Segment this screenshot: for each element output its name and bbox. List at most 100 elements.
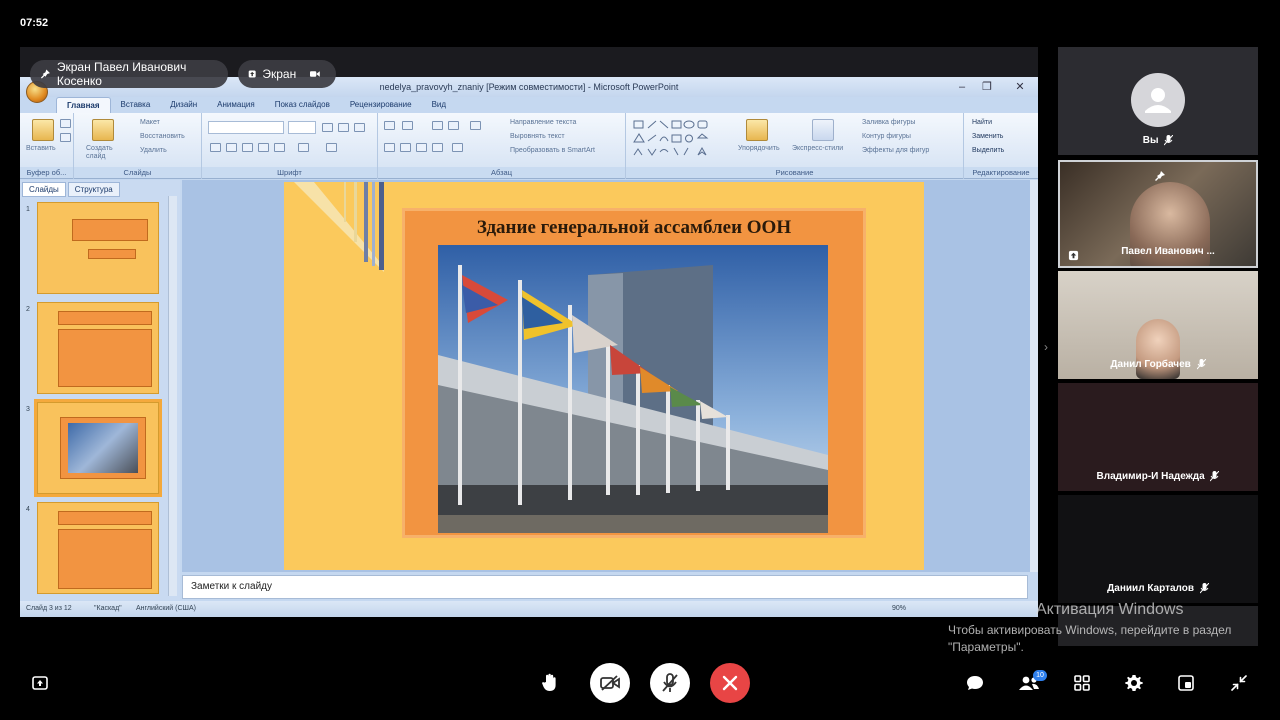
new-slide-label[interactable]: Создать слайд [86, 145, 126, 161]
reset-button[interactable]: Восстановить [140, 133, 185, 140]
tab-insert[interactable]: Вставка [111, 97, 161, 113]
layout-button[interactable]: Макет [140, 119, 160, 126]
share-screen-button[interactable] [28, 671, 52, 695]
delete-button[interactable]: Удалить [140, 147, 167, 154]
participant-tile[interactable]: Данил Горбачев [1058, 271, 1258, 379]
text-direction-button[interactable]: Направление текста [510, 119, 576, 126]
chevron-right-icon[interactable]: › [1044, 340, 1048, 354]
pinned-screen-label[interactable]: Экран Павел Иванович Косенко [30, 60, 228, 88]
screen-share-icon [1068, 250, 1079, 261]
close-icon[interactable]: ✕ [1008, 79, 1032, 95]
smartart-button[interactable]: Преобразовать в SmartArt [510, 147, 595, 154]
participant-tile[interactable]: Владимир-И Надежда [1058, 383, 1258, 491]
quick-styles-label[interactable]: Экспресс-стили [792, 145, 843, 152]
copy-icon[interactable] [60, 133, 71, 142]
camera-off-icon [600, 675, 620, 691]
exit-fullscreen-button[interactable] [1227, 671, 1251, 695]
current-slide[interactable]: Здание генеральной ассамблеи ООН [284, 182, 924, 570]
shape-fill-button[interactable]: Заливка фигуры [862, 119, 915, 126]
justify-icon[interactable] [432, 143, 443, 152]
tab-animation[interactable]: Анимация [207, 97, 265, 113]
bold-icon[interactable] [210, 143, 221, 152]
numbering-icon[interactable] [402, 121, 413, 130]
chat-button[interactable] [963, 671, 987, 695]
shadow-icon[interactable] [274, 143, 285, 152]
screen-source-text: Экран [262, 67, 297, 81]
collapse-icon [1231, 675, 1247, 691]
powerpoint-window: nedelya_pravovyh_znaniy [Режим совместим… [20, 77, 1038, 617]
slide-thumbnail-selected[interactable] [34, 399, 162, 497]
arrange-label[interactable]: Упорядочить [738, 145, 780, 152]
align-text-button[interactable]: Выровнять текст [510, 133, 565, 140]
thumb-number: 2 [26, 306, 30, 313]
tab-view[interactable]: Вид [422, 97, 456, 113]
strikethrough-icon[interactable] [258, 143, 269, 152]
tab-slideshow[interactable]: Показ слайдов [265, 97, 340, 113]
participant-tile-self[interactable]: Вы [1058, 47, 1258, 155]
participant-tile-pinned[interactable]: Павел Иванович ... [1058, 160, 1258, 268]
tab-slides[interactable]: Слайды [22, 182, 66, 197]
tab-home[interactable]: Главная [56, 97, 111, 113]
slide-thumbnail[interactable] [37, 202, 159, 294]
slide-thumbnail[interactable] [37, 502, 159, 594]
tab-design[interactable]: Дизайн [160, 97, 207, 113]
shapes-gallery-icon[interactable] [632, 119, 728, 159]
slides-panel: Слайды Структура 1 2 3 4 [20, 180, 180, 600]
camera-icon [310, 71, 320, 77]
shrink-font-icon[interactable] [338, 123, 349, 132]
cut-icon[interactable] [60, 119, 71, 128]
mic-toggle-button[interactable] [650, 663, 690, 703]
underline-icon[interactable] [242, 143, 253, 152]
tab-review[interactable]: Рецензирование [340, 97, 422, 113]
grow-font-icon[interactable] [322, 123, 333, 132]
notes-field[interactable]: Заметки к слайду [182, 575, 1028, 599]
participant-name: Вы [1058, 134, 1258, 146]
un-building-photo [438, 245, 828, 533]
camera-toggle-button[interactable] [590, 663, 630, 703]
arrange-icon[interactable] [746, 119, 768, 141]
line-spacing-icon[interactable] [470, 121, 481, 130]
picture-in-picture-icon [1178, 675, 1194, 691]
find-button[interactable]: Найти [972, 119, 992, 126]
screen-source-pill[interactable]: Экран [238, 60, 336, 88]
layout-button[interactable] [1174, 671, 1198, 695]
italic-icon[interactable] [226, 143, 237, 152]
paste-icon[interactable] [32, 119, 54, 141]
raise-hand-button[interactable] [538, 671, 562, 695]
bullets-icon[interactable] [384, 121, 395, 130]
shape-effects-button[interactable]: Эффекты для фигур [862, 147, 929, 154]
settings-button[interactable] [1122, 671, 1146, 695]
new-slide-icon[interactable] [92, 119, 114, 141]
align-right-icon[interactable] [416, 143, 427, 152]
select-button[interactable]: Выделить [972, 147, 1004, 154]
case-icon[interactable] [298, 143, 309, 152]
font-color-icon[interactable] [326, 143, 337, 152]
paste-label[interactable]: Вставить [26, 145, 56, 152]
clear-format-icon[interactable] [354, 123, 365, 132]
indent-decrease-icon[interactable] [432, 121, 443, 130]
restore-icon[interactable]: ❐ [975, 79, 999, 95]
shape-outline-button[interactable]: Контур фигуры [862, 133, 911, 140]
grid-view-button[interactable] [1070, 671, 1094, 695]
align-center-icon[interactable] [400, 143, 411, 152]
end-call-button[interactable] [710, 663, 750, 703]
font-name-field[interactable] [208, 121, 284, 134]
tab-outline[interactable]: Структура [67, 182, 120, 197]
participant-tile[interactable]: Даниил Карталов [1058, 495, 1258, 603]
video-call-screen: 07:52 nedelya_pravovyh_znaniy [Режим сов… [0, 0, 1280, 720]
panel-scrollbar[interactable] [168, 196, 177, 596]
quick-styles-icon[interactable] [812, 119, 834, 141]
align-left-icon[interactable] [384, 143, 395, 152]
replace-button[interactable]: Заменить [972, 133, 1003, 140]
slide-thumbnail[interactable] [37, 302, 159, 394]
slide-scrollbar[interactable] [1030, 180, 1038, 572]
zoom-level[interactable]: 90% [892, 601, 906, 617]
group-slides: Создать слайд Макет Восстановить Удалить… [74, 113, 202, 179]
group-label-clipboard: Буфер об... [20, 167, 73, 178]
columns-icon[interactable] [452, 143, 463, 152]
indent-increase-icon[interactable] [448, 121, 459, 130]
minimize-icon[interactable]: – [950, 79, 974, 95]
font-size-field[interactable] [288, 121, 316, 134]
avatar [1131, 73, 1185, 127]
pin-icon [40, 69, 50, 79]
